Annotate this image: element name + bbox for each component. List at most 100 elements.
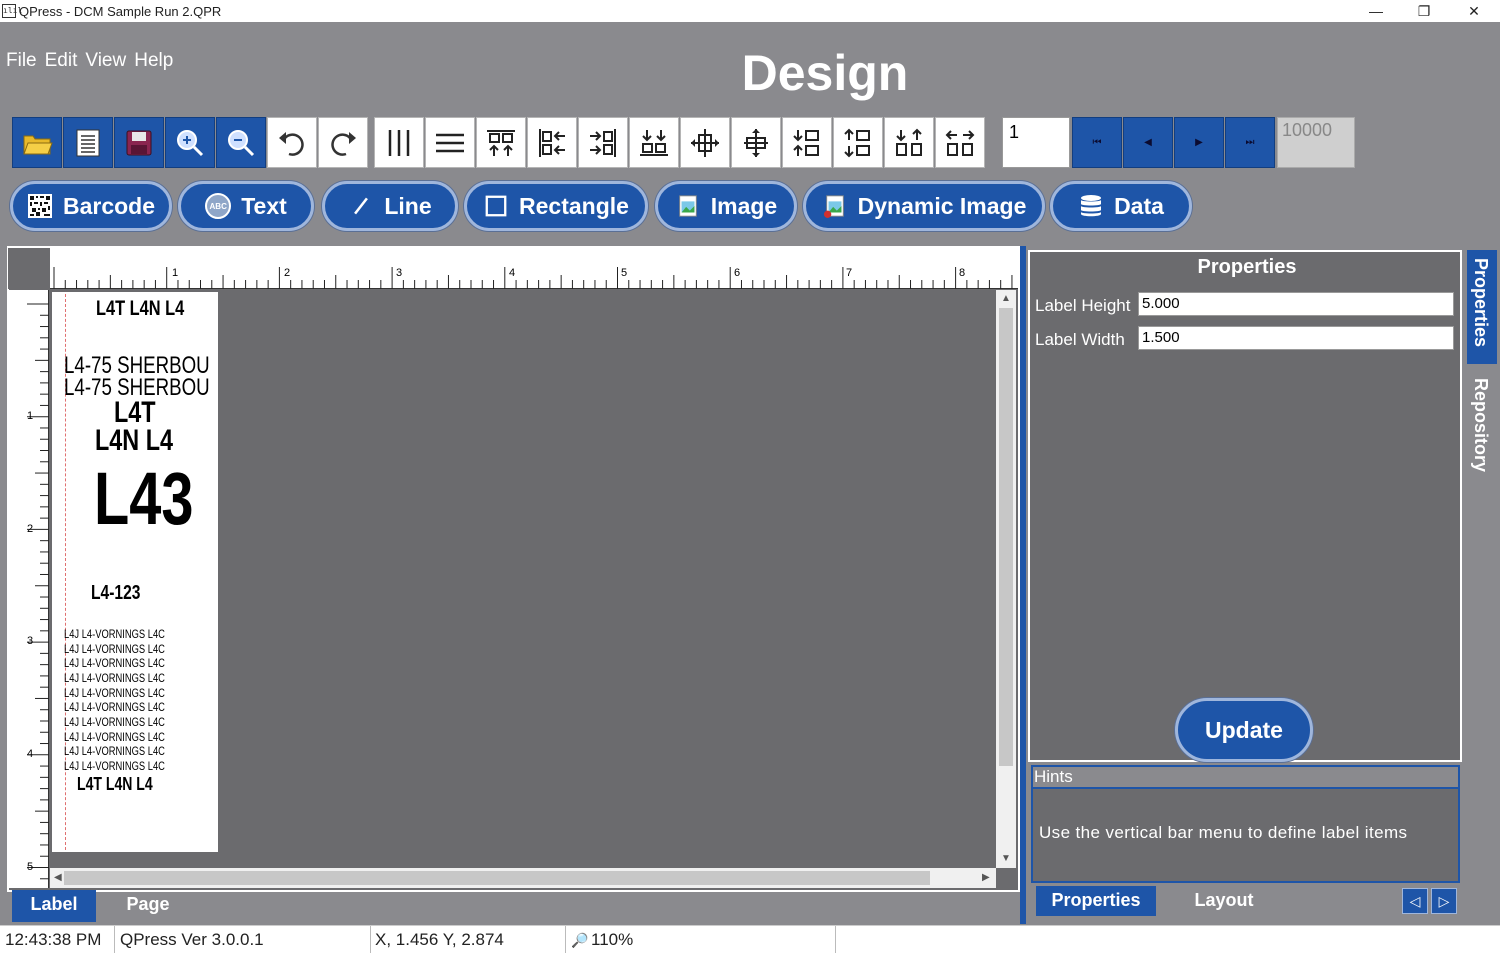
menu-edit[interactable]: Edit bbox=[45, 50, 78, 72]
restore-button[interactable]: ❐ bbox=[1400, 0, 1448, 22]
label-repeat-line[interactable]: L4J L4-VORNINGS L4C bbox=[64, 656, 165, 670]
ruler-top-mark-4: 4 bbox=[509, 267, 516, 279]
space-horizontal-alt-icon bbox=[945, 129, 975, 156]
label-width-input[interactable]: 1.500 bbox=[1138, 326, 1454, 350]
vertical-scroll-thumb[interactable] bbox=[999, 308, 1013, 766]
minimize-button[interactable]: — bbox=[1352, 0, 1400, 22]
scroll-up-arrow[interactable]: ▲ bbox=[1001, 293, 1011, 304]
status-version: QPress Ver 3.0.0.1 bbox=[120, 930, 264, 949]
horizontal-lines-button[interactable] bbox=[425, 117, 475, 168]
panel-splitter[interactable] bbox=[1020, 246, 1026, 924]
panel-next-button[interactable]: ▷ bbox=[1431, 888, 1457, 914]
align-right-button[interactable] bbox=[578, 117, 628, 168]
label-repeat-line[interactable]: L4J L4-VORNINGS L4C bbox=[64, 627, 165, 641]
new-button[interactable] bbox=[63, 117, 113, 168]
close-button[interactable]: ✕ bbox=[1450, 0, 1498, 22]
space-vertical-button[interactable] bbox=[782, 117, 832, 168]
status-divider bbox=[370, 926, 371, 953]
ruler-corner bbox=[8, 248, 49, 289]
title-bar: ılıl QPress - DCM Sample Run 2.QPR — ❐ ✕ bbox=[0, 0, 1500, 22]
label-repeat-line[interactable]: L4J L4-VORNINGS L4C bbox=[64, 700, 165, 714]
label-line-1[interactable]: L4T L4N L4 bbox=[96, 297, 184, 321]
tab-page[interactable]: Page bbox=[110, 890, 186, 922]
center-horizontal-button[interactable] bbox=[680, 117, 730, 168]
line-tool-button[interactable]: Line bbox=[322, 181, 458, 231]
label-line-5[interactable]: L4N L4 bbox=[95, 424, 173, 458]
side-tab-properties-label: Properties bbox=[1471, 258, 1491, 348]
data-tool-button[interactable]: Data bbox=[1050, 181, 1192, 231]
space-vertical-alt-button[interactable] bbox=[833, 117, 883, 168]
label-line-6[interactable]: L43 bbox=[94, 456, 193, 541]
label-line-7[interactable]: L4-123 bbox=[91, 582, 140, 605]
label-repeat-line[interactable]: L4J L4-VORNINGS L4C bbox=[64, 730, 165, 744]
side-tab-properties[interactable]: Properties bbox=[1467, 250, 1497, 364]
center-vertical-icon bbox=[744, 128, 768, 157]
align-bottom-button[interactable] bbox=[629, 117, 679, 168]
vertical-lines-button[interactable] bbox=[374, 117, 424, 168]
data-tool-label: Data bbox=[1114, 192, 1164, 219]
label-height-label: Label Height bbox=[1035, 296, 1131, 315]
scroll-down-arrow[interactable]: ▼ bbox=[1001, 853, 1011, 864]
label-repeat-line[interactable]: L4J L4-VORNINGS L4C bbox=[64, 744, 165, 758]
ruler-top-mark-2: 2 bbox=[284, 267, 291, 279]
horizontal-scroll-thumb[interactable] bbox=[64, 871, 930, 885]
space-horizontal-icon bbox=[896, 128, 922, 156]
align-bottom-icon bbox=[640, 129, 668, 156]
scroll-left-arrow[interactable]: ◀ bbox=[54, 872, 62, 883]
image-tool-button[interactable]: Image bbox=[655, 181, 797, 231]
rectangle-tool-button[interactable]: Rectangle bbox=[464, 181, 648, 231]
panel-prev-button[interactable]: ◁ bbox=[1402, 888, 1428, 914]
vertical-scrollbar[interactable]: ▲ ▼ bbox=[996, 290, 1016, 868]
menu-file[interactable]: File bbox=[6, 50, 37, 72]
label-line-last[interactable]: L4T L4N L4 bbox=[77, 774, 153, 795]
menu-help[interactable]: Help bbox=[134, 50, 173, 72]
page-number-input[interactable]: 1 bbox=[1002, 117, 1070, 168]
text-tool-button[interactable]: ABC Text bbox=[178, 181, 314, 231]
next-page-button[interactable]: ▶ bbox=[1174, 117, 1224, 168]
label-width-label: Label Width bbox=[1035, 330, 1125, 349]
label-repeat-line[interactable]: L4J L4-VORNINGS L4C bbox=[64, 671, 165, 685]
undo-button[interactable] bbox=[267, 117, 317, 168]
zoom-out-button[interactable] bbox=[216, 117, 266, 168]
ruler-left-mark-3: 3 bbox=[27, 635, 34, 647]
menu-view[interactable]: View bbox=[85, 50, 126, 72]
side-tab-repository[interactable]: Repository bbox=[1467, 370, 1497, 482]
update-button[interactable]: Update bbox=[1175, 698, 1313, 762]
redo-button[interactable] bbox=[318, 117, 368, 168]
last-page-button[interactable]: ⏭ bbox=[1225, 117, 1275, 168]
align-left-button[interactable] bbox=[527, 117, 577, 168]
hints-panel: Hints Use the vertical bar menu to defin… bbox=[1031, 765, 1460, 883]
hints-text: Use the vertical bar menu to define labe… bbox=[1039, 823, 1408, 842]
label-height-input[interactable]: 5.000 bbox=[1138, 292, 1454, 316]
label-repeat-line[interactable]: L4J L4-VORNINGS L4C bbox=[64, 759, 165, 773]
center-vertical-button[interactable] bbox=[731, 117, 781, 168]
text-tool-label: Text bbox=[241, 192, 287, 219]
barcode-tool-button[interactable]: Barcode bbox=[10, 181, 172, 231]
label-preview[interactable]: L4T L4N L4 L4-75 SHERBOU L4-75 SHERBOU L… bbox=[52, 292, 218, 852]
zoom-in-button[interactable] bbox=[165, 117, 215, 168]
space-vertical-alt-icon bbox=[844, 128, 870, 157]
space-horizontal-button[interactable] bbox=[884, 117, 934, 168]
tab-label[interactable]: Label bbox=[12, 890, 96, 922]
open-button[interactable] bbox=[12, 117, 62, 168]
align-top-button[interactable] bbox=[476, 117, 526, 168]
prev-page-button[interactable]: ◀ bbox=[1123, 117, 1173, 168]
status-divider bbox=[835, 926, 836, 953]
ruler-top-mark-1: 1 bbox=[172, 267, 179, 279]
design-workspace[interactable]: L4T L4N L4 L4-75 SHERBOU L4-75 SHERBOU L… bbox=[50, 290, 996, 868]
save-button[interactable] bbox=[114, 117, 164, 168]
tab-properties[interactable]: Properties bbox=[1036, 886, 1156, 916]
space-horizontal-alt-button[interactable] bbox=[935, 117, 985, 168]
label-repeat-line[interactable]: L4J L4-VORNINGS L4C bbox=[64, 642, 165, 656]
dynamic-image-tool-button[interactable]: Dynamic Image bbox=[803, 181, 1045, 231]
window-title: QPress - DCM Sample Run 2.QPR bbox=[19, 3, 222, 19]
status-zoom: 110% bbox=[591, 930, 634, 949]
tab-layout[interactable]: Layout bbox=[1170, 886, 1278, 916]
first-page-button[interactable]: ⏮ bbox=[1072, 117, 1122, 168]
horizontal-scrollbar[interactable]: ◀ ▶ bbox=[50, 868, 996, 888]
zoom-icon: 🔎 bbox=[571, 932, 589, 948]
label-repeat-line[interactable]: L4J L4-VORNINGS L4C bbox=[64, 715, 165, 729]
label-repeat-line[interactable]: L4J L4-VORNINGS L4C bbox=[64, 686, 165, 700]
redo-icon bbox=[331, 131, 356, 156]
scroll-right-arrow[interactable]: ▶ bbox=[982, 872, 990, 883]
